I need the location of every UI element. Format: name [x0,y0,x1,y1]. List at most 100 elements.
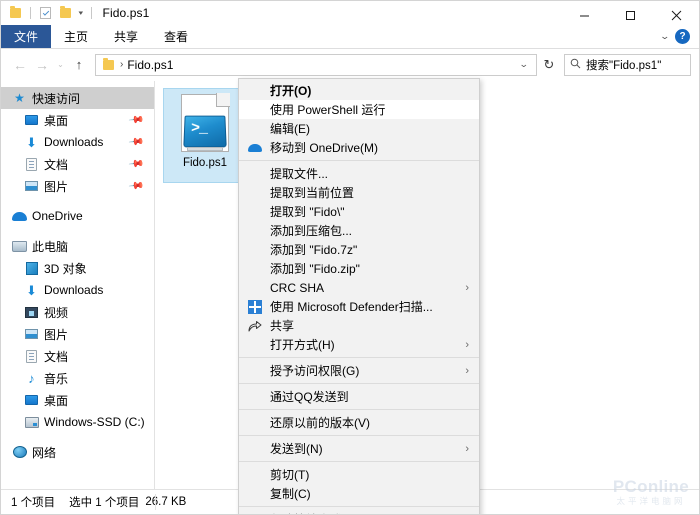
sidebar-item-label: 3D 对象 [44,261,87,276]
menu-item-run-with-powershell[interactable]: 使用 PowerShell 运行 [239,100,479,119]
menu-item-add-to-archive[interactable]: 添加到压缩包... [239,221,479,240]
status-size: 26.7 KB [145,496,187,508]
menu-item-label: 编辑(E) [270,122,310,136]
sidebar-item-videos[interactable]: 视频 [1,301,154,323]
menu-item-label: 打开方式(H) [270,338,335,352]
pin-icon[interactable]: 📌 [127,178,144,194]
pin-icon[interactable]: 📌 [127,112,144,128]
refresh-button[interactable]: ↻ [537,54,561,76]
address-bar: ← → ⌄ ↑ › Fido.ps1 ⌄ ↻ 搜索"Fido.ps1" [1,49,699,80]
sidebar-item-onedrive[interactable]: OneDrive [1,205,154,227]
menu-separator-3 [239,383,479,384]
menu-item-cut[interactable]: 剪切(T) [239,465,479,484]
music-icon: ♪ [28,370,35,386]
sidebar-item-label: 图片 [44,327,69,342]
sidebar-item-label: 桌面 [44,393,69,408]
pictures-icon [23,326,40,342]
menu-item-label: 使用 Microsoft Defender扫描... [270,300,433,314]
back-button[interactable]: ← [9,54,31,76]
ribbon-right-controls: ⌄ ? [660,25,699,48]
tab-view[interactable]: 查看 [151,25,201,48]
menu-item-move-to-onedrive[interactable]: 移动到 OneDrive(M) [239,138,479,157]
path-breadcrumb[interactable]: › Fido.ps1 ⌄ [95,53,540,76]
drive-icon [23,414,40,430]
menu-item-copy[interactable]: 复制(C) [239,484,479,503]
menu-item-add-to-fido-7z[interactable]: 添加到 "Fido.7z" [239,240,479,259]
status-item-count: 1 个项目 [11,497,56,509]
file-name-label: Fido.ps1 [182,157,228,169]
menu-item-extract-to-fido[interactable]: 提取到 "Fido\" [239,202,479,221]
menu-item-label: 通过QQ发送到 [270,390,349,404]
folder-icon[interactable] [7,5,24,22]
menu-item-grant-access[interactable]: 授予访问权限(G) › [239,361,479,380]
sidebar-item-label: 快速访问 [32,91,81,106]
file-item-fido-ps1[interactable]: >_ Fido.ps1 [163,88,247,183]
menu-item-create-shortcut[interactable]: 创建快捷方式(S) [239,510,479,514]
new-folder-icon[interactable] [57,5,74,22]
menu-item-edit[interactable]: 编辑(E) [239,119,479,138]
sidebar-item-pictures-pc[interactable]: 图片 [1,323,154,345]
this-pc-icon [11,238,28,254]
chevron-right-icon: › [465,281,469,294]
sidebar-item-3d-objects[interactable]: 3D 对象 [1,257,154,279]
menu-item-open[interactable]: 打开(O) [239,81,479,100]
menu-item-label: 创建快捷方式(S) [270,511,358,514]
ribbon-tab-bar: 文件 主页 共享 查看 ⌄ ? [1,25,699,48]
menu-item-crc-sha[interactable]: CRC SHA › [239,278,479,297]
tab-home[interactable]: 主页 [51,25,101,48]
window-title: Fido.ps1 [102,6,150,20]
chevron-down-icon[interactable]: ⌄ [509,59,540,70]
sidebar-item-downloads-pc[interactable]: ⬇ Downloads [1,279,154,301]
document-icon [23,156,40,172]
recent-locations-icon[interactable]: ⌄ [53,54,68,76]
sidebar-item-desktop-pc[interactable]: 桌面 [1,389,154,411]
toolbar-divider [30,7,31,19]
properties-icon[interactable] [37,5,54,22]
cloud-icon [247,140,263,156]
breadcrumb-segment[interactable]: Fido.ps1 [127,58,173,72]
sidebar-item-quick-access[interactable]: ★ 快速访问 [1,87,154,109]
menu-item-restore-previous-versions[interactable]: 还原以前的版本(V) [239,413,479,432]
menu-item-add-to-fido-zip[interactable]: 添加到 "Fido.zip" [239,259,479,278]
sidebar-item-documents[interactable]: 文档 📌 [1,153,154,175]
file-explorer-window: ▾ Fido.ps1 文件 主页 共享 查看 ⌄ ? ← → ⌄ ↑ › Fid… [0,0,700,515]
powershell-script-icon: >_ [181,93,230,152]
menu-item-label: 复制(C) [270,487,311,501]
download-icon: ⬇ [26,282,37,298]
chevron-down-icon[interactable]: ⌄ [660,31,671,42]
menu-item-send-via-qq[interactable]: 通过QQ发送到 [239,387,479,406]
tab-file[interactable]: 文件 [1,25,52,48]
search-input[interactable]: 搜索"Fido.ps1" [586,57,661,73]
customize-caret-icon[interactable]: ▾ [76,9,86,17]
status-divider [155,494,156,510]
sidebar-item-this-pc[interactable]: 此电脑 [1,235,154,257]
sidebar-item-label: 音乐 [44,371,69,386]
sidebar-item-windows-ssd[interactable]: Windows-SSD (C:) [1,411,154,433]
sidebar-item-desktop[interactable]: 桌面 📌 [1,109,154,131]
pin-icon[interactable]: 📌 [127,156,144,172]
tab-share[interactable]: 共享 [101,25,151,48]
sidebar-item-downloads[interactable]: ⬇ Downloads 📌 [1,131,154,153]
up-button[interactable]: ↑ [68,54,90,76]
menu-item-extract-here[interactable]: 提取到当前位置 [239,183,479,202]
menu-item-scan-with-defender[interactable]: 使用 Microsoft Defender扫描... [239,297,479,316]
forward-button[interactable]: → [31,54,53,76]
sidebar-item-network[interactable]: 网络 [1,441,154,463]
sidebar-item-pictures[interactable]: 图片 📌 [1,175,154,197]
sidebar-item-documents-pc[interactable]: 文档 [1,345,154,367]
search-box[interactable]: 搜索"Fido.ps1" [564,53,691,76]
menu-item-open-with[interactable]: 打开方式(H) › [239,335,479,354]
menu-item-share[interactable]: 共享 [239,316,479,335]
help-button[interactable]: ? [675,29,690,44]
menu-item-send-to[interactable]: 发送到(N) › [239,439,479,458]
defender-icon [247,299,263,315]
pin-icon[interactable]: 📌 [127,134,144,150]
sidebar-item-music[interactable]: ♪ 音乐 [1,367,154,389]
sidebar-item-label: 网络 [32,445,57,460]
menu-item-label: 还原以前的版本(V) [270,416,370,430]
chevron-right-icon: › [465,364,469,377]
search-icon [570,58,581,72]
menu-item-extract-files[interactable]: 提取文件... [239,164,479,183]
